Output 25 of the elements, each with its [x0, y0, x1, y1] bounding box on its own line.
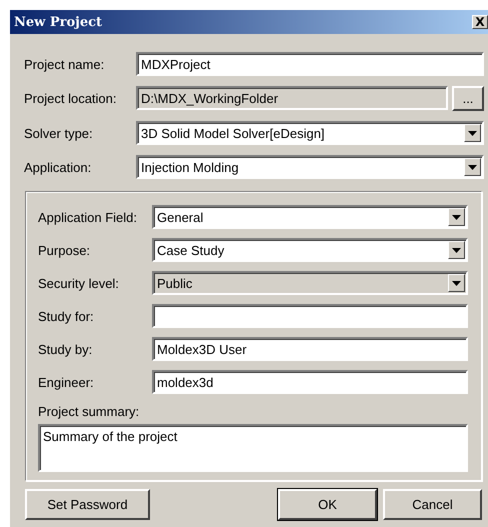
field-label: Project name: [24, 56, 106, 72]
dialog-button[interactable]: Cancel [383, 489, 482, 520]
field-label: Solver type: [24, 126, 94, 140]
summary-field[interactable]: Summary of the project [38, 424, 468, 472]
field-label: Study by: [38, 342, 94, 356]
field-label: Application Field: [38, 210, 138, 224]
text-field[interactable]: Moldex3D User [152, 337, 468, 361]
dropdown-field[interactable]: 3D Solid Model Solver[eDesign] [136, 121, 484, 145]
dialog-button[interactable]: Set Password [25, 489, 150, 520]
field-label: Purpose: [38, 242, 92, 258]
text-field[interactable] [152, 304, 468, 328]
window-title: New Project [14, 14, 102, 30]
field-label: Project location: [24, 91, 118, 106]
close-button[interactable]: X [472, 15, 488, 29]
field-label: Project summary: [38, 404, 140, 419]
dialog-button[interactable]: OK [278, 489, 377, 520]
text-field[interactable]: moldex3d [152, 370, 468, 394]
field-label: Engineer: [38, 374, 95, 390]
field-label: Security level: [38, 276, 120, 290]
field-label: Study for: [38, 308, 95, 324]
dropdown-field[interactable]: General [152, 205, 468, 229]
dropdown-field[interactable]: Injection Molding [136, 155, 484, 179]
field-label: Application: [24, 160, 92, 174]
text-field[interactable]: MDXProject [136, 52, 484, 76]
dropdown-field[interactable]: Case Study [152, 238, 468, 262]
